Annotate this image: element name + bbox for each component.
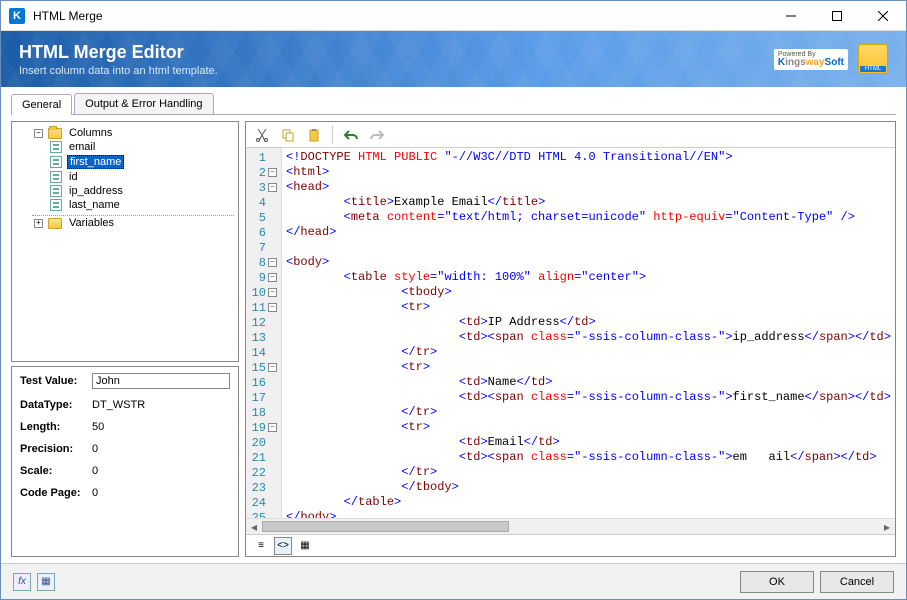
app-icon: K: [9, 8, 25, 24]
column-icon: [50, 156, 62, 168]
component-icon: [858, 44, 888, 74]
column-icon: [50, 171, 62, 183]
prop-precision-label: Precision:: [20, 443, 92, 455]
prop-datatype-label: DataType:: [20, 399, 92, 411]
vendor-logo: Powered By KingswaySoft: [774, 49, 848, 70]
prop-scale-value: 0: [92, 465, 230, 477]
column-icon: [50, 185, 62, 197]
view-preview-icon[interactable]: ▦: [296, 537, 314, 555]
prop-scale-label: Scale:: [20, 465, 92, 477]
banner-title: HTML Merge Editor: [19, 42, 774, 63]
banner-subtitle: Insert column data into an html template…: [19, 65, 774, 77]
prop-datatype-value: DT_WSTR: [92, 399, 230, 411]
code-editor[interactable]: <!DOCTYPE HTML PUBLIC "-//W3C//DTD HTML …: [282, 148, 895, 518]
column-icon: [50, 199, 62, 211]
window: K HTML Merge HTML Merge Editor Insert co…: [0, 0, 907, 600]
expression-icon[interactable]: fx: [13, 573, 31, 591]
editor-panel: 12−3−45678−9−10−11−12131415−16171819−202…: [245, 121, 896, 557]
tree-column-item[interactable]: first_name: [48, 154, 234, 170]
cancel-button[interactable]: Cancel: [820, 571, 894, 593]
prop-length-value: 50: [92, 421, 230, 433]
tree-column-item[interactable]: ip_address: [48, 184, 234, 198]
titlebar: K HTML Merge: [1, 1, 906, 31]
tab-output-error[interactable]: Output & Error Handling: [74, 93, 213, 114]
window-title: HTML Merge: [33, 9, 768, 23]
view-text-icon[interactable]: ≡: [252, 537, 270, 555]
close-button[interactable]: [860, 1, 906, 31]
column-icon: [50, 141, 62, 153]
ok-button[interactable]: OK: [740, 571, 814, 593]
folder-icon: [48, 218, 62, 229]
paste-icon[interactable]: [304, 125, 324, 145]
minimize-button[interactable]: [768, 1, 814, 31]
tree-node-columns[interactable]: −Columns: [32, 126, 234, 140]
prop-precision-value: 0: [92, 443, 230, 455]
tree-column-item[interactable]: id: [48, 170, 234, 184]
prop-length-label: Length:: [20, 421, 92, 433]
prop-codepage-label: Code Page:: [20, 487, 92, 499]
tab-bar: General Output & Error Handling: [11, 93, 896, 115]
tree-panel: −Columnsemailfirst_nameidip_addresslast_…: [11, 121, 239, 362]
editor-statusbar: ≡ <> ▦: [246, 534, 895, 556]
redo-icon[interactable]: [367, 125, 387, 145]
editor-toolbar: [246, 122, 895, 148]
prop-codepage-value: 0: [92, 487, 230, 499]
tree-column-item[interactable]: last_name: [48, 198, 234, 212]
cut-icon[interactable]: [252, 125, 272, 145]
folder-icon: [48, 128, 62, 139]
view-html-icon[interactable]: <>: [274, 537, 292, 555]
prop-testvalue-label: Test Value:: [20, 375, 92, 387]
tree-column-item[interactable]: email: [48, 140, 234, 154]
undo-icon[interactable]: [341, 125, 361, 145]
copy-icon[interactable]: [278, 125, 298, 145]
maximize-button[interactable]: [814, 1, 860, 31]
test-value-input[interactable]: [92, 373, 230, 389]
line-gutter: 12−3−45678−9−10−11−12131415−16171819−202…: [246, 148, 282, 518]
banner: HTML Merge Editor Insert column data int…: [1, 31, 906, 87]
grid-icon[interactable]: ▦: [37, 573, 55, 591]
properties-panel: Test Value: DataType:DT_WSTR Length:50 P…: [11, 366, 239, 557]
horizontal-scrollbar[interactable]: ◂▸: [246, 518, 895, 534]
tab-general[interactable]: General: [11, 94, 72, 115]
footer: fx ▦ OK Cancel: [1, 563, 906, 599]
tree-node-variables[interactable]: +Variables: [32, 216, 234, 230]
